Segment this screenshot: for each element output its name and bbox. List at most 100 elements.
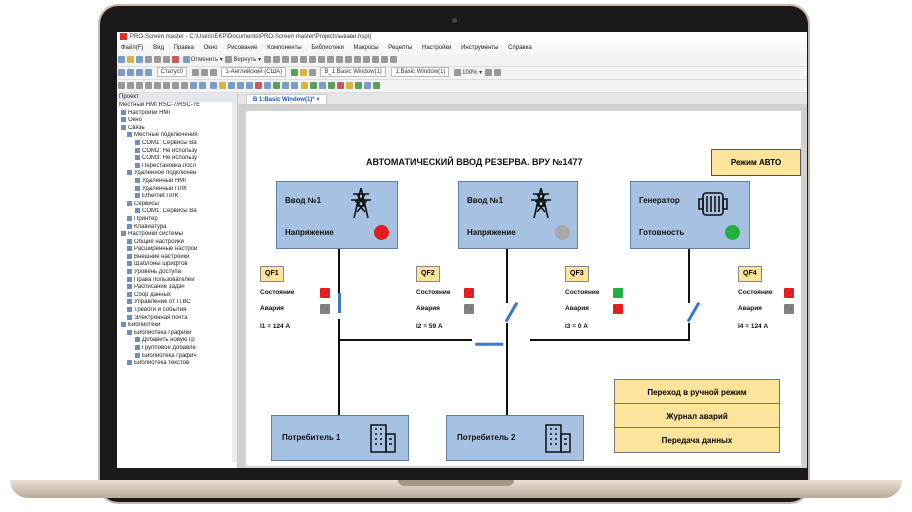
zoom-in-icon[interactable]	[484, 68, 492, 76]
tree-item[interactable]: Удаленный HMI	[117, 177, 237, 186]
tree-item[interactable]: COM1: Сервисы Ва	[117, 139, 237, 148]
tree-item[interactable]: Групповое добавле	[117, 345, 237, 353]
table-icon[interactable]	[199, 81, 206, 89]
number-icon[interactable]	[236, 81, 244, 89]
tree-item[interactable]: Тревоги и события	[117, 307, 237, 315]
state-icon[interactable]	[136, 68, 143, 76]
tree-item[interactable]: Удаленное подключен	[117, 170, 237, 178]
bar-icon[interactable]	[272, 81, 280, 89]
tree-item[interactable]: Ethernet ПЛК	[117, 193, 237, 201]
tree-item[interactable]: Сервисы	[117, 200, 237, 209]
align-icon[interactable]	[389, 55, 397, 63]
tab-close-icon[interactable]: ×	[316, 97, 320, 103]
recipe-icon[interactable]	[310, 81, 318, 89]
language-select[interactable]: 1-Английский (США)	[221, 67, 287, 78]
menu-settings[interactable]: Настройки	[422, 45, 451, 51]
align-icon[interactable]	[380, 55, 388, 63]
redo-button[interactable]: Вернуть	[233, 57, 256, 63]
source-input-2[interactable]: Ввод №1 Напряжение	[458, 181, 578, 249]
grid-icon[interactable]	[191, 68, 199, 76]
zoom-icon[interactable]	[454, 68, 462, 76]
tree-item[interactable]: Настройки системы	[117, 231, 237, 239]
new-file-icon[interactable]	[118, 55, 125, 63]
grid-icon[interactable]	[200, 68, 208, 76]
ellipse-icon[interactable]	[163, 81, 170, 89]
align-icon[interactable]	[272, 55, 280, 63]
tree-scrollbar[interactable]	[232, 102, 237, 462]
zoom-level[interactable]: 100%	[462, 70, 477, 76]
state-icon[interactable]	[145, 68, 152, 76]
menu-components[interactable]: Компоненты	[267, 45, 302, 51]
data-icon[interactable]	[319, 81, 327, 89]
tree-item[interactable]: COM1: Сервисы Ва	[117, 208, 237, 216]
tree-item[interactable]: Расписание задач	[117, 284, 237, 292]
tree-item[interactable]: Местные подключения	[117, 132, 237, 140]
state-select[interactable]: Статус0	[156, 67, 187, 78]
switch-qf1[interactable]	[338, 293, 341, 313]
data-transfer-button[interactable]: Передача данных	[614, 427, 780, 453]
tree-item[interactable]: Уровень доступа	[117, 269, 237, 277]
menu-file[interactable]: Файл(F)	[121, 45, 143, 51]
graph-icon[interactable]	[281, 81, 289, 89]
tree-item[interactable]: Библиотеки	[117, 322, 237, 330]
tree-item[interactable]: Управление от П.ВС	[117, 299, 237, 307]
align-icon[interactable]	[326, 55, 334, 63]
flag-icon[interactable]	[355, 81, 363, 89]
tree-item[interactable]: Принтер	[117, 215, 237, 224]
tree-item[interactable]: Окно	[117, 117, 237, 125]
tree-item[interactable]: Библиотека графич	[117, 352, 237, 361]
redo-icon[interactable]	[225, 55, 233, 63]
circle-icon[interactable]	[154, 81, 161, 89]
tree-item[interactable]: Перестановка посл	[117, 162, 237, 171]
alarm-icon[interactable]	[254, 81, 262, 89]
align-icon[interactable]	[353, 55, 361, 63]
menu-macros[interactable]: Макросы	[354, 45, 379, 51]
user-icon[interactable]	[328, 81, 336, 89]
align-icon[interactable]	[371, 55, 379, 63]
delete-icon[interactable]	[172, 55, 179, 63]
export-icon[interactable]	[373, 81, 381, 89]
switch-qf3[interactable]	[475, 342, 504, 346]
tree-item[interactable]: Местный HMI RSC-7/RSC-7E	[117, 102, 237, 110]
align-icon[interactable]	[335, 55, 343, 63]
state-icon[interactable]	[127, 68, 134, 76]
tree-item[interactable]: Расширенные настрой	[117, 246, 237, 254]
settings-icon[interactable]	[364, 81, 372, 89]
window-select-2[interactable]: 1:Basic Window(1)	[391, 67, 450, 78]
menu-window[interactable]: Окно	[204, 45, 218, 51]
menu-recipes[interactable]: Рецепты	[388, 45, 412, 51]
animation-icon[interactable]	[301, 81, 309, 89]
text-icon[interactable]	[190, 81, 197, 89]
tree-item[interactable]: Клавиатура	[117, 223, 237, 232]
cut-icon[interactable]	[145, 55, 152, 63]
align-icon[interactable]	[290, 55, 298, 63]
picture-icon[interactable]	[290, 81, 298, 89]
switch-icon[interactable]	[227, 81, 235, 89]
state-icon[interactable]	[118, 68, 125, 76]
align-icon[interactable]	[308, 55, 316, 63]
menu-view[interactable]: Вид	[153, 45, 164, 51]
tree-item[interactable]: Электронная почта	[117, 314, 237, 323]
align-icon[interactable]	[281, 55, 289, 63]
tree-item[interactable]: Сбор данных	[117, 291, 237, 300]
grid-icon[interactable]	[209, 68, 217, 76]
tag-icon[interactable]	[299, 68, 307, 76]
tree-item[interactable]: Удаленный ПЛК	[117, 185, 237, 194]
save-icon[interactable]	[136, 55, 143, 63]
rectangle-icon[interactable]	[145, 81, 152, 89]
switch-qf4[interactable]	[686, 301, 700, 323]
polyline-icon[interactable]	[136, 81, 143, 89]
window-icon[interactable]	[308, 68, 316, 76]
meter-icon[interactable]	[263, 81, 271, 89]
tree-item[interactable]: Внешние настройки	[117, 253, 237, 262]
tree-item[interactable]: COM2: Не использу	[117, 147, 237, 156]
tree-item[interactable]: Библиотека текстов	[117, 360, 237, 368]
menu-help[interactable]: Справка	[508, 45, 532, 51]
alarm-journal-button[interactable]: Журнал аварий	[614, 403, 780, 429]
tree-item[interactable]: Настройки HMI	[117, 109, 237, 118]
menu-tools[interactable]: Инструменты	[461, 45, 498, 51]
button-icon[interactable]	[209, 81, 217, 89]
run-icon[interactable]	[290, 68, 298, 76]
search-icon[interactable]	[263, 55, 271, 63]
menu-libraries[interactable]: Библиотеки	[311, 45, 344, 51]
